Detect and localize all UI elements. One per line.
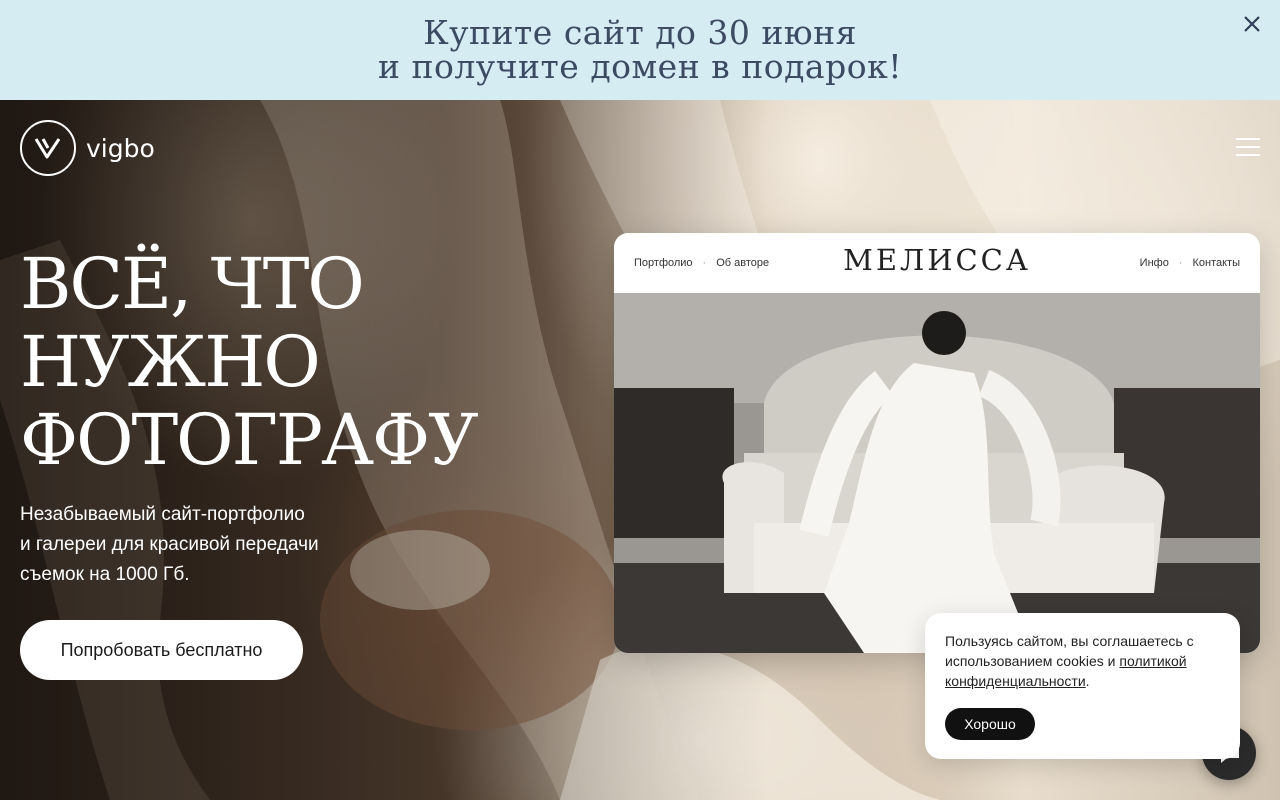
subtext-line-3: съемок на 1000 Гб. <box>20 564 190 585</box>
bride-photo-illustration <box>614 293 1260 653</box>
preview-photo <box>614 293 1260 653</box>
close-icon[interactable] <box>1238 10 1266 38</box>
hero-headline: ВСЁ, ЧТО НУЖНО ФОТОГРАФУ <box>20 243 479 481</box>
preview-nav-right: Инфо · Контакты <box>1140 257 1240 269</box>
preview-header: Портфолио · Об авторе Инфо · Контакты МЕ… <box>614 233 1260 293</box>
logo-v-icon <box>20 120 76 176</box>
hero-subtext: Незабываемый сайт-портфолио и галереи дл… <box>20 500 380 590</box>
subtext-line-1: Незабываемый сайт-портфолио <box>20 504 305 525</box>
hamburger-menu-icon[interactable] <box>1236 138 1260 156</box>
preview-nav-contacts: Контакты <box>1192 257 1240 269</box>
subtext-line-2: и галереи для красивой передачи <box>20 534 319 555</box>
preview-nav-left: Портфолио · Об авторе <box>634 257 769 269</box>
logo-text: vigbo <box>86 133 155 163</box>
promo-line-1: Купите сайт до 30 июня <box>423 13 857 52</box>
cookie-tail: . <box>1085 673 1090 689</box>
promo-line-2: и получите домен в подарок! <box>378 47 902 86</box>
promo-text: Купите сайт до 30 июня и получите домен … <box>378 16 902 84</box>
promo-banner: Купите сайт до 30 июня и получите домен … <box>0 0 1280 100</box>
preview-nav-about: Об авторе <box>716 257 770 269</box>
try-free-button[interactable]: Попробовать бесплатно <box>20 620 303 680</box>
cookie-notice: Пользуясь сайтом, вы соглашаетесь с испо… <box>925 613 1240 759</box>
headline-line-1: ВСЁ, ЧТО <box>20 243 365 325</box>
headline-line-2: НУЖНО <box>20 321 321 403</box>
cookie-ok-button[interactable]: Хорошо <box>945 708 1035 740</box>
site-preview-card: Портфолио · Об авторе Инфо · Контакты МЕ… <box>614 233 1260 653</box>
preview-nav-separator: · <box>1178 257 1183 269</box>
vigbo-logo[interactable]: vigbo <box>20 120 155 176</box>
preview-nav-separator: · <box>702 257 707 269</box>
headline-line-3: ФОТОГРАФУ <box>20 399 479 481</box>
preview-nav-info: Инфо <box>1139 257 1169 269</box>
preview-nav-portfolio: Портфолио <box>634 257 693 269</box>
cookie-text: Пользуясь сайтом, вы соглашаетесь с испо… <box>945 631 1220 691</box>
